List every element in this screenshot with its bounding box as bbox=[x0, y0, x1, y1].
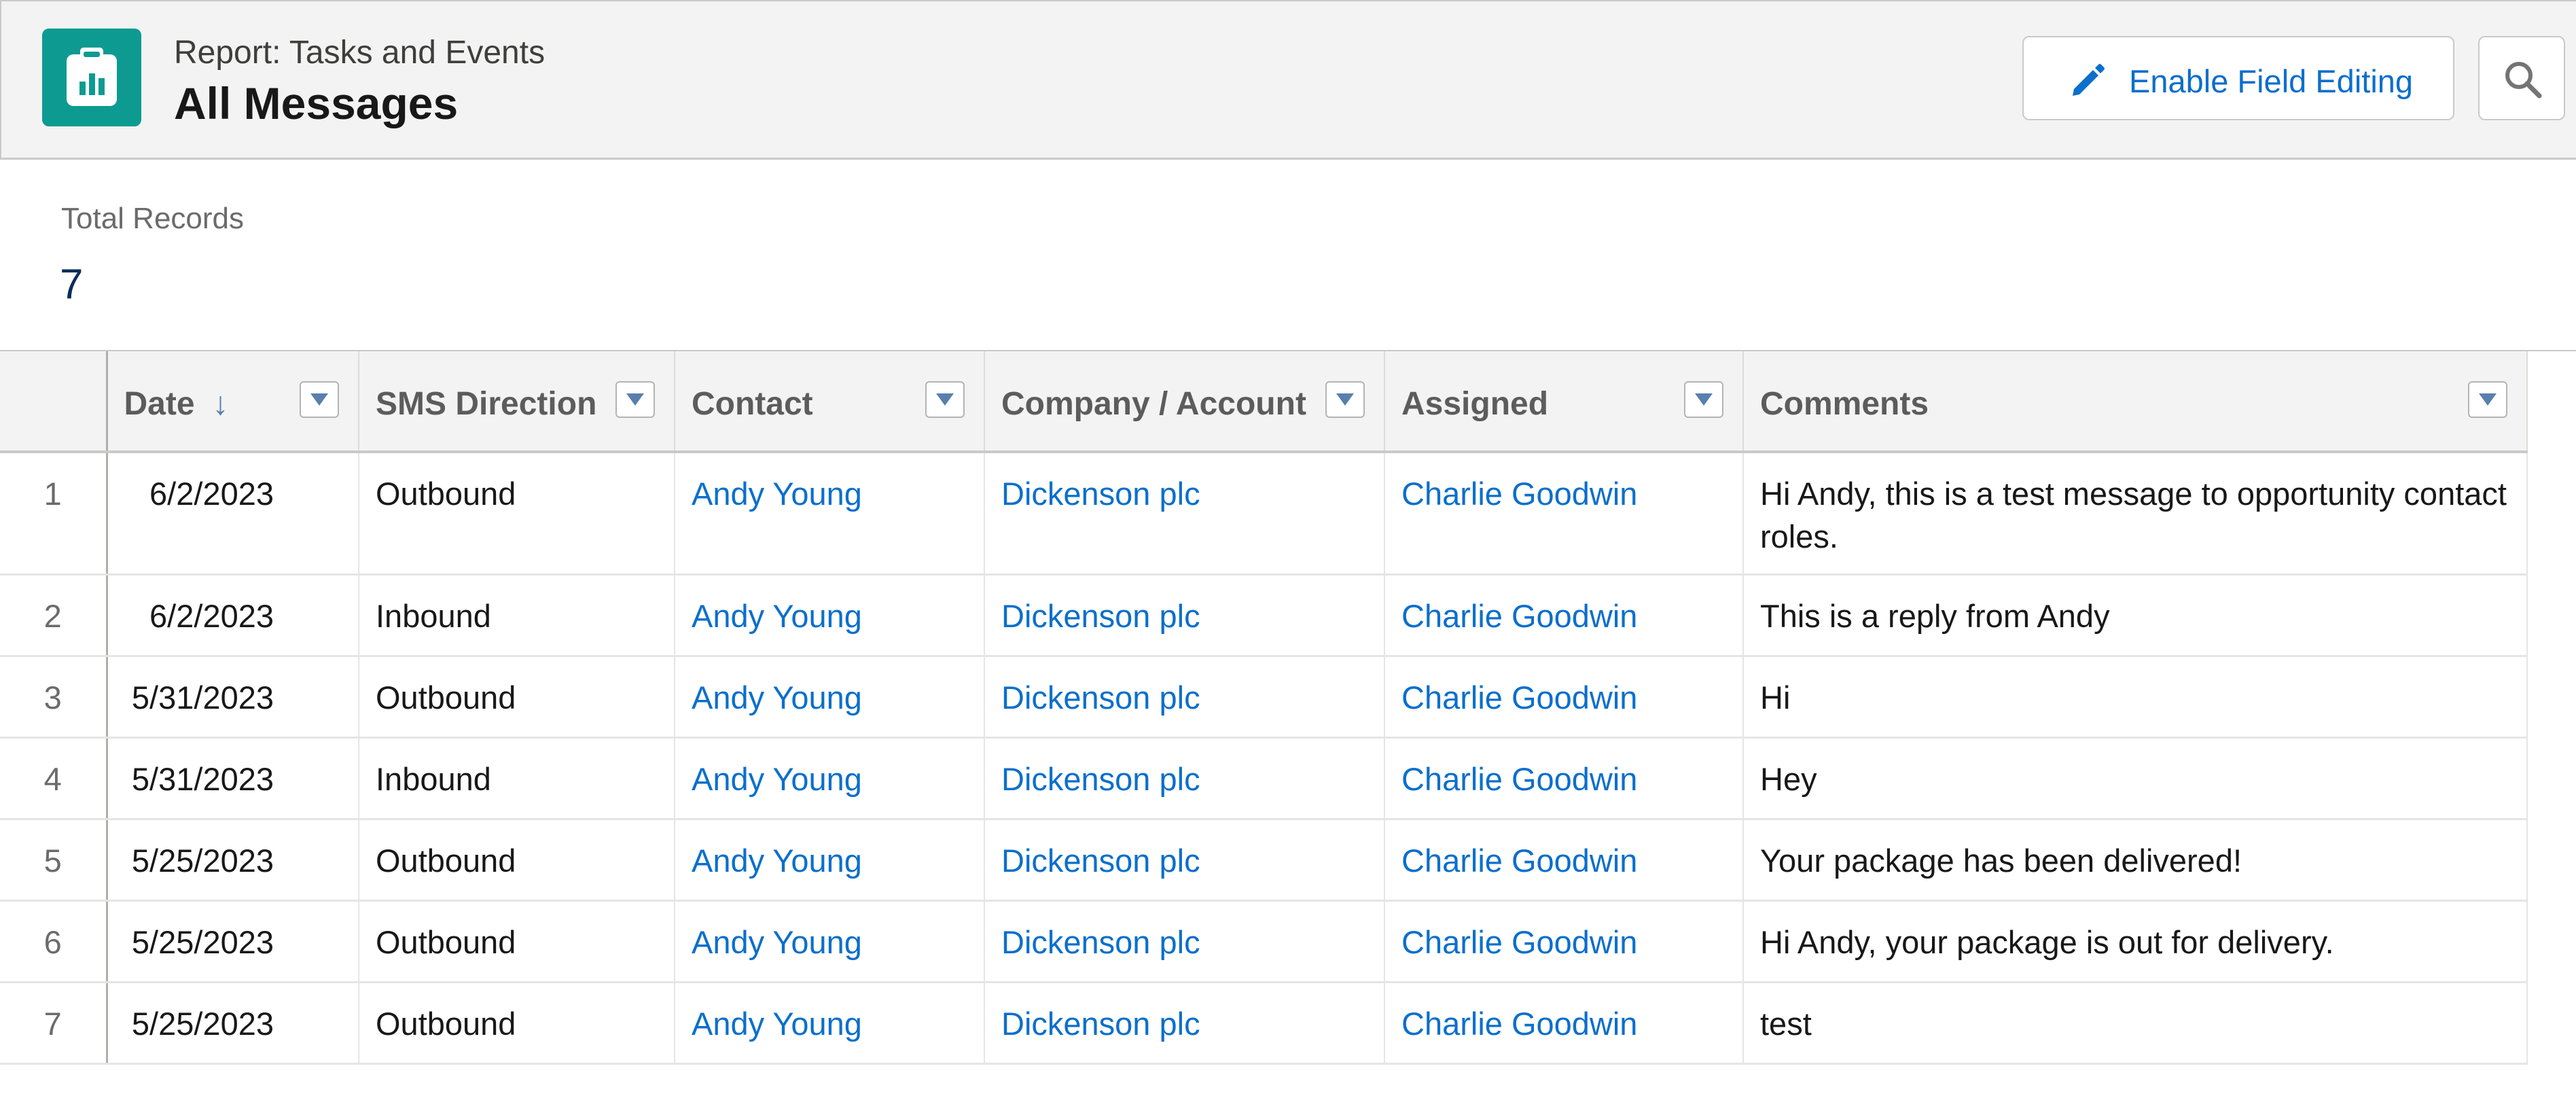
chevron-down-icon bbox=[936, 393, 954, 406]
cell-date: 5/31/2023 bbox=[107, 656, 359, 739]
cell-date: 6/2/2023 bbox=[107, 574, 359, 657]
table-row: 1 6/2/2023 Outbound Andy Young Dickenson… bbox=[0, 452, 2528, 576]
cell-comments: This is a reply from Andy bbox=[1743, 574, 2528, 657]
column-header-label: Contact bbox=[692, 386, 813, 422]
cell-sms-direction: Outbound bbox=[359, 819, 675, 902]
column-menu-button[interactable] bbox=[925, 381, 965, 418]
account-link[interactable]: Dickenson plc bbox=[984, 982, 1385, 1065]
row-number: 6 bbox=[0, 900, 108, 983]
enable-field-editing-button[interactable]: Enable Field Editing bbox=[2022, 36, 2454, 120]
contact-link[interactable]: Andy Young bbox=[675, 819, 985, 902]
cell-sms-direction: Outbound bbox=[359, 452, 675, 576]
table-row: 2 6/2/2023 Inbound Andy Young Dickenson … bbox=[0, 574, 2528, 657]
report-type-label: Report: Tasks and Events bbox=[174, 35, 545, 71]
assigned-user-link[interactable]: Charlie Goodwin bbox=[1384, 900, 1744, 983]
account-link[interactable]: Dickenson plc bbox=[984, 656, 1385, 739]
row-number: 3 bbox=[0, 656, 108, 739]
page-title: All Messages bbox=[174, 78, 459, 128]
column-menu-button[interactable] bbox=[615, 381, 655, 418]
contact-link[interactable]: Andy Young bbox=[675, 737, 985, 820]
table-row: 5 5/25/2023 Outbound Andy Young Dickenso… bbox=[0, 819, 2528, 902]
assigned-user-link[interactable]: Charlie Goodwin bbox=[1384, 982, 1744, 1065]
row-number: 2 bbox=[0, 574, 108, 657]
column-header-label: SMS Direction bbox=[376, 386, 597, 422]
cell-sms-direction: Outbound bbox=[359, 656, 675, 739]
pencil-icon bbox=[2069, 62, 2107, 103]
divider bbox=[2527, 350, 2576, 351]
account-link[interactable]: Dickenson plc bbox=[984, 574, 1385, 657]
report-table-container: Date ↓ SMS Direction Contact Company / Ac… bbox=[0, 350, 2528, 1065]
column-header-label: Date bbox=[124, 386, 195, 422]
column-header-label: Company / Account bbox=[1001, 386, 1306, 422]
contact-link[interactable]: Andy Young bbox=[675, 900, 985, 983]
row-number: 1 bbox=[0, 452, 108, 576]
contact-link[interactable]: Andy Young bbox=[675, 452, 985, 576]
contact-link[interactable]: Andy Young bbox=[675, 982, 985, 1065]
assigned-user-link[interactable]: Charlie Goodwin bbox=[1384, 819, 1744, 902]
row-number: 5 bbox=[0, 819, 108, 902]
cell-date: 5/25/2023 bbox=[107, 982, 359, 1065]
chevron-down-icon bbox=[1695, 393, 1713, 406]
account-link[interactable]: Dickenson plc bbox=[984, 452, 1385, 576]
cell-sms-direction: Outbound bbox=[359, 900, 675, 983]
cell-date: 5/25/2023 bbox=[107, 819, 359, 902]
column-menu-button[interactable] bbox=[1325, 381, 1365, 418]
chevron-down-icon bbox=[1336, 393, 1354, 406]
sort-descending-icon[interactable]: ↓ bbox=[213, 386, 229, 422]
account-link[interactable]: Dickenson plc bbox=[984, 900, 1385, 983]
column-menu-button[interactable] bbox=[300, 381, 339, 418]
cell-comments: Hi Andy, your package is out for deliver… bbox=[1743, 900, 2528, 983]
column-header-sms-direction[interactable]: SMS Direction bbox=[359, 351, 675, 453]
report-summary: Total Records 7 bbox=[0, 158, 2576, 350]
account-link[interactable]: Dickenson plc bbox=[984, 819, 1385, 902]
contact-link[interactable]: Andy Young bbox=[675, 574, 985, 657]
chevron-down-icon bbox=[2479, 393, 2497, 406]
row-number: 4 bbox=[0, 737, 108, 820]
total-records-label: Total Records bbox=[61, 202, 245, 235]
cell-date: 6/2/2023 bbox=[107, 452, 359, 576]
column-header-assigned[interactable]: Assigned bbox=[1384, 351, 1744, 453]
page-header: Report: Tasks and Events All Messages En… bbox=[0, 0, 2576, 160]
search-icon bbox=[2505, 62, 2542, 99]
column-header-company-account[interactable]: Company / Account bbox=[984, 351, 1385, 453]
cell-comments: Hi Andy, this is a test message to oppor… bbox=[1743, 452, 2528, 576]
table-row: 3 5/31/2023 Outbound Andy Young Dickenso… bbox=[0, 656, 2528, 739]
chevron-down-icon bbox=[310, 393, 328, 406]
table-row: 4 5/31/2023 Inbound Andy Young Dickenson… bbox=[0, 737, 2528, 820]
total-records-value: 7 bbox=[60, 261, 84, 308]
table-row: 7 5/25/2023 Outbound Andy Young Dickenso… bbox=[0, 982, 2528, 1065]
chevron-down-icon bbox=[626, 393, 644, 406]
assigned-user-link[interactable]: Charlie Goodwin bbox=[1384, 737, 1744, 820]
cell-sms-direction: Inbound bbox=[359, 737, 675, 820]
cell-comments: Your package has been delivered! bbox=[1743, 819, 2528, 902]
column-menu-button[interactable] bbox=[1684, 381, 1723, 418]
table-row: 6 5/25/2023 Outbound Andy Young Dickenso… bbox=[0, 900, 2528, 983]
cell-sms-direction: Outbound bbox=[359, 982, 675, 1065]
column-header-date[interactable]: Date ↓ bbox=[107, 351, 359, 453]
search-button[interactable] bbox=[2478, 36, 2565, 120]
cell-sms-direction: Inbound bbox=[359, 574, 675, 657]
cell-comments: Hey bbox=[1743, 737, 2528, 820]
row-number-header bbox=[0, 351, 108, 453]
cell-comments: test bbox=[1743, 982, 2528, 1065]
cell-comments: Hi bbox=[1743, 656, 2528, 739]
cell-date: 5/31/2023 bbox=[107, 737, 359, 820]
column-header-comments[interactable]: Comments bbox=[1743, 351, 2528, 453]
column-menu-button[interactable] bbox=[2468, 381, 2507, 418]
row-number: 7 bbox=[0, 982, 108, 1065]
report-table: Date ↓ SMS Direction Contact Company / Ac… bbox=[0, 351, 2528, 1065]
contact-link[interactable]: Andy Young bbox=[675, 656, 985, 739]
column-header-label: Comments bbox=[1760, 386, 1929, 422]
account-link[interactable]: Dickenson plc bbox=[984, 737, 1385, 820]
assigned-user-link[interactable]: Charlie Goodwin bbox=[1384, 574, 1744, 657]
column-header-label: Assigned bbox=[1401, 386, 1549, 422]
report-chart-icon bbox=[42, 29, 141, 126]
assigned-user-link[interactable]: Charlie Goodwin bbox=[1384, 452, 1744, 576]
cell-date: 5/25/2023 bbox=[107, 900, 359, 983]
column-header-contact[interactable]: Contact bbox=[675, 351, 985, 453]
report-page: Report: Tasks and Events All Messages En… bbox=[0, 0, 2576, 1113]
enable-field-editing-label: Enable Field Editing bbox=[2129, 63, 2414, 99]
assigned-user-link[interactable]: Charlie Goodwin bbox=[1384, 656, 1744, 739]
table-header-row: Date ↓ SMS Direction Contact Company / Ac… bbox=[0, 351, 2528, 453]
